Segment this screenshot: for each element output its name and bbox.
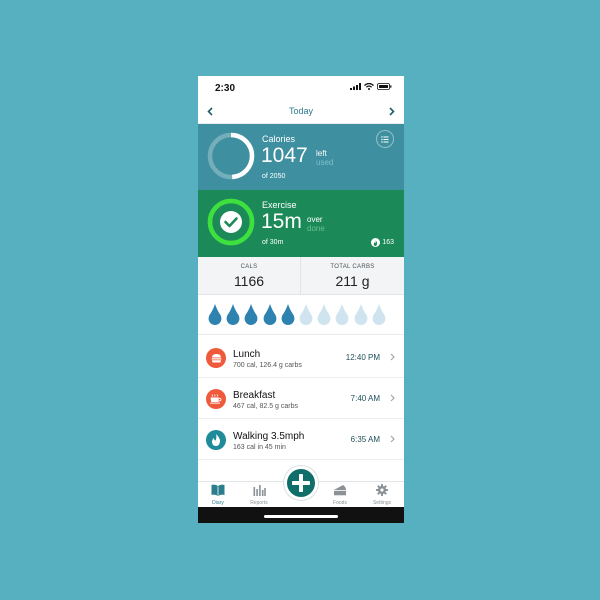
date-label[interactable]: Today <box>198 106 404 116</box>
water-drop-empty-icon[interactable] <box>354 304 368 325</box>
calories-ring <box>207 132 255 180</box>
calories-details-button[interactable] <box>376 130 394 148</box>
next-day-button[interactable] <box>385 104 399 118</box>
nutrient-summary[interactable]: CALS 1166 TOTAL CARBS 211 g <box>198 257 404 295</box>
cals-stat: CALS 1166 <box>198 257 301 295</box>
water-tracker <box>198 295 404 335</box>
water-drop-empty-icon[interactable] <box>299 304 313 325</box>
status-bar: 2:30 <box>198 76 404 98</box>
exercise-burned-value: 163 <box>382 239 394 246</box>
signal-icon <box>350 83 361 90</box>
exercise-calories-burned: 163 <box>371 238 394 247</box>
book-icon <box>211 484 225 496</box>
tab-label: Foods <box>333 500 347 506</box>
stat-label: TOTAL CARBS <box>330 264 375 270</box>
entry-time: 7:40 AM <box>350 394 380 403</box>
tab-label: Diary <box>212 500 224 506</box>
entry-detail: 163 cal in 45 min <box>233 444 286 451</box>
entry-name: Lunch <box>233 349 261 360</box>
calories-used-label: used <box>316 158 334 167</box>
home-indicator[interactable] <box>264 515 338 518</box>
calories-value: 1047 <box>261 144 308 167</box>
list-item[interactable]: Walking 3.5mph 163 cal in 45 min 6:35 AM <box>198 420 404 460</box>
battery-icon <box>377 83 392 90</box>
water-drop-empty-icon[interactable] <box>372 304 386 325</box>
water-drop-filled-icon[interactable] <box>281 304 295 325</box>
water-drop-filled-icon[interactable] <box>244 304 258 325</box>
exercise-ring <box>207 198 255 246</box>
water-drop-empty-icon[interactable] <box>317 304 331 325</box>
chevron-right-icon <box>390 394 395 402</box>
calories-title: Calories <box>262 134 296 144</box>
entry-time: 12:40 PM <box>345 353 380 362</box>
exercise-value: 15m <box>261 210 302 233</box>
entry-detail: 700 cal, 126.4 g carbs <box>233 362 302 369</box>
tab-diary[interactable]: Diary <box>201 484 235 508</box>
stat-value: 211 g <box>335 273 370 289</box>
water-drop-empty-icon[interactable] <box>335 304 349 325</box>
list-item[interactable]: Lunch 700 cal, 126.4 g carbs 12:40 PM <box>198 338 404 378</box>
chevron-right-icon <box>390 353 395 361</box>
tab-settings[interactable]: Settings <box>365 484 399 508</box>
tab-reports[interactable]: Reports <box>242 484 276 508</box>
tab-label: Settings <box>372 500 392 506</box>
bar-chart-icon <box>253 485 266 496</box>
phone-screen: 2:30 Today Calories 1047 left used of 20… <box>198 76 404 523</box>
stat-value: 1166 <box>233 273 265 289</box>
total-carbs-stat: TOTAL CARBS 211 g <box>301 257 404 295</box>
chevron-right-icon <box>390 435 395 443</box>
burger-icon <box>206 348 226 368</box>
list-item[interactable]: Breakfast 467 cal, 82.5 g carbs 7:40 AM <box>198 379 404 419</box>
exercise-card[interactable]: Exercise 15m over done of 30m 163 <box>198 190 404 257</box>
cake-icon <box>334 485 346 496</box>
exercise-over-label: over <box>307 215 323 224</box>
tab-foods[interactable]: Foods <box>323 484 357 508</box>
flame-badge-icon <box>371 238 381 247</box>
calories-card[interactable]: Calories 1047 left used of 2050 <box>198 124 404 190</box>
coffee-cup-icon <box>206 389 226 409</box>
plus-icon <box>292 474 310 492</box>
date-navigation: Today <box>198 98 404 124</box>
flame-icon <box>206 430 226 450</box>
exercise-goal: of 30m <box>262 239 284 246</box>
stat-label: CALS <box>240 264 258 270</box>
tab-label: Reports <box>250 500 268 506</box>
home-indicator-area <box>198 507 404 523</box>
status-time: 2:30 <box>215 83 236 94</box>
water-drop-filled-icon[interactable] <box>263 304 277 325</box>
water-drop-filled-icon[interactable] <box>226 304 240 325</box>
exercise-done-label: done <box>307 224 325 233</box>
wifi-icon <box>364 83 374 90</box>
calories-goal: of 2050 <box>262 173 286 180</box>
exercise-title: Exercise <box>262 200 297 210</box>
gear-icon <box>376 484 388 496</box>
entry-name: Breakfast <box>233 390 276 401</box>
chevron-right-icon <box>389 106 395 116</box>
status-icons <box>350 83 392 90</box>
entry-detail: 467 cal, 82.5 g carbs <box>233 403 298 410</box>
add-entry-button[interactable] <box>284 466 318 500</box>
list-icon <box>381 135 389 143</box>
checkmark-circle <box>220 211 242 233</box>
entry-time: 6:35 AM <box>350 435 380 444</box>
entry-name: Walking 3.5mph <box>233 431 305 442</box>
calories-left-label: left <box>316 149 327 158</box>
water-drop-filled-icon[interactable] <box>208 304 222 325</box>
